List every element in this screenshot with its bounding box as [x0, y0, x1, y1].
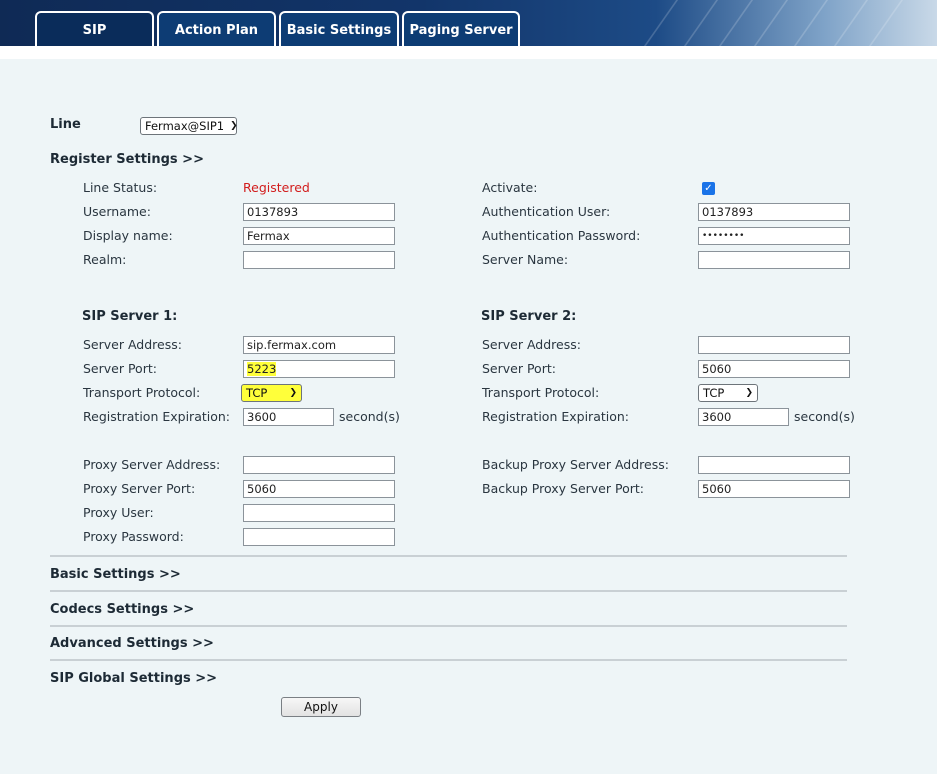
line-status-value: Registered	[243, 180, 310, 195]
server2-address-input[interactable]	[698, 336, 850, 354]
server2-expiration-unit: second(s)	[794, 409, 855, 424]
activate-label: Activate:	[482, 180, 538, 195]
server1-port-label: Server Port:	[83, 361, 157, 376]
header-banner: SIP Action Plan Basic Settings Paging Se…	[0, 0, 937, 46]
username-input[interactable]: 0137893	[243, 203, 395, 221]
server1-address-input[interactable]: sip.fermax.com	[243, 336, 395, 354]
sip-server-1-title: SIP Server 1:	[82, 309, 178, 324]
section-divider	[50, 555, 847, 557]
display-name-label: Display name:	[83, 228, 173, 243]
server1-transport-label: Transport Protocol:	[83, 385, 201, 400]
proxy-password-input[interactable]	[243, 528, 395, 546]
register-settings-header[interactable]: Register Settings >>	[50, 152, 204, 167]
realm-label: Realm:	[83, 252, 127, 267]
server1-transport-value: TCP	[246, 386, 268, 400]
tab-basic-settings[interactable]: Basic Settings	[279, 11, 399, 46]
proxy-address-input[interactable]	[243, 456, 395, 474]
server2-transport-select[interactable]: TCP ❯	[698, 384, 758, 402]
server2-transport-value: TCP	[703, 386, 725, 400]
server1-expiration-label: Registration Expiration:	[83, 409, 231, 424]
header-divider	[0, 46, 937, 59]
server2-port-input[interactable]: 5060	[698, 360, 850, 378]
chevron-down-icon: ❯	[745, 388, 753, 398]
auth-password-label: Authentication Password:	[482, 228, 641, 243]
server-name-label: Server Name:	[482, 252, 569, 267]
proxy-password-label: Proxy Password:	[83, 529, 184, 544]
server2-port-label: Server Port:	[482, 361, 556, 376]
advanced-settings-header[interactable]: Advanced Settings >>	[50, 636, 214, 651]
tab-sip[interactable]: SIP	[35, 11, 154, 46]
server2-address-label: Server Address:	[482, 337, 581, 352]
server1-transport-select[interactable]: TCP ❯	[241, 384, 302, 402]
auth-user-label: Authentication User:	[482, 204, 611, 219]
backup-proxy-address-input[interactable]	[698, 456, 850, 474]
line-select[interactable]: Fermax@SIP1 ❯	[140, 117, 238, 135]
sip-server-2-title: SIP Server 2:	[481, 309, 577, 324]
activate-checkbox[interactable]: ✓	[702, 182, 715, 195]
username-label: Username:	[83, 204, 151, 219]
codecs-settings-header[interactable]: Codecs Settings >>	[50, 602, 194, 617]
proxy-port-label: Proxy Server Port:	[83, 481, 196, 496]
section-divider	[50, 590, 847, 592]
chevron-down-icon: ❯	[289, 388, 297, 398]
proxy-address-label: Proxy Server Address:	[83, 457, 221, 472]
proxy-user-label: Proxy User:	[83, 505, 154, 520]
server2-expiration-input[interactable]: 3600	[698, 408, 789, 426]
server1-port-value: 5223	[247, 362, 277, 376]
server1-expiration-input[interactable]: 3600	[243, 408, 334, 426]
basic-settings-header[interactable]: Basic Settings >>	[50, 567, 181, 582]
chevron-down-icon: ❯	[230, 121, 238, 131]
line-status-label: Line Status:	[83, 180, 158, 195]
server1-address-label: Server Address:	[83, 337, 182, 352]
server2-transport-label: Transport Protocol:	[482, 385, 600, 400]
line-select-value: Fermax@SIP1	[145, 119, 225, 133]
tab-action-plan[interactable]: Action Plan	[157, 11, 276, 46]
sip-global-settings-header[interactable]: SIP Global Settings >>	[50, 671, 217, 686]
server1-expiration-unit: second(s)	[339, 409, 400, 424]
backup-proxy-port-input[interactable]: 5060	[698, 480, 850, 498]
realm-input[interactable]	[243, 251, 395, 269]
backup-proxy-address-label: Backup Proxy Server Address:	[482, 457, 669, 472]
proxy-port-input[interactable]: 5060	[243, 480, 395, 498]
auth-user-input[interactable]: 0137893	[698, 203, 850, 221]
section-divider	[50, 659, 847, 661]
check-icon: ✓	[704, 183, 713, 194]
apply-button[interactable]: Apply	[281, 697, 361, 717]
proxy-user-input[interactable]	[243, 504, 395, 522]
tab-paging-server[interactable]: Paging Server	[402, 11, 520, 46]
section-divider	[50, 625, 847, 627]
server-name-input[interactable]	[698, 251, 850, 269]
server2-expiration-label: Registration Expiration:	[482, 409, 630, 424]
backup-proxy-port-label: Backup Proxy Server Port:	[482, 481, 644, 496]
server1-port-input[interactable]: 5223	[243, 360, 395, 378]
display-name-input[interactable]: Fermax	[243, 227, 395, 245]
auth-password-input[interactable]: ••••••••	[698, 227, 850, 245]
line-label: Line	[50, 117, 81, 132]
